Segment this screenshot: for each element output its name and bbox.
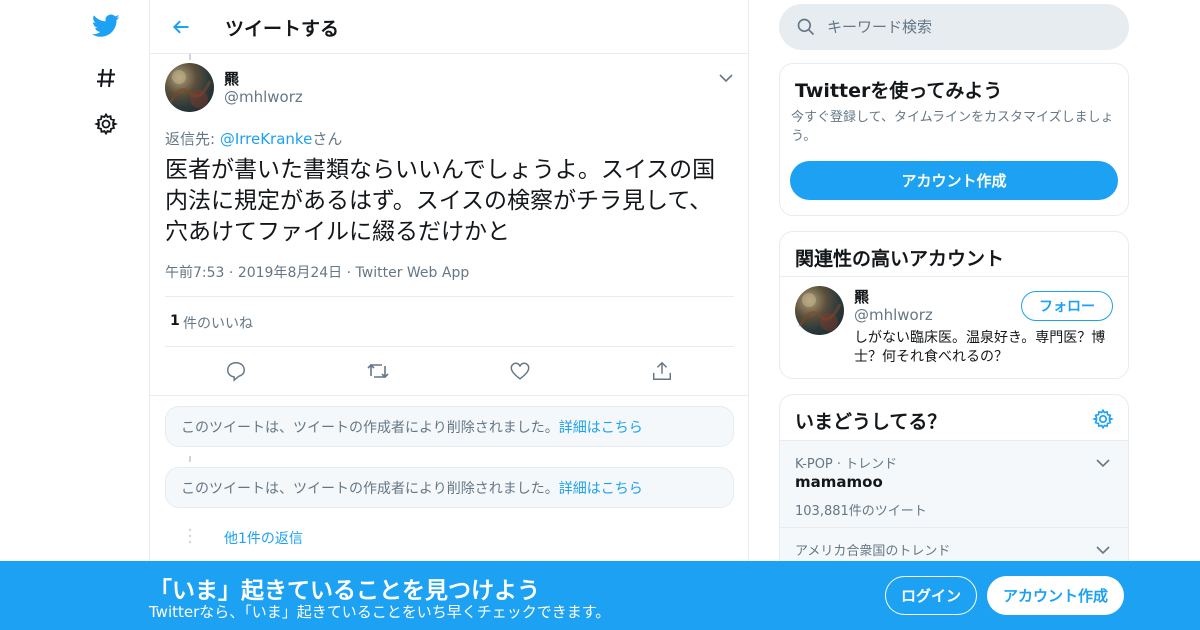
deleted-tweet-notice: このツイートは、ツイートの作成者により削除されました。詳細はこちら (165, 406, 734, 447)
twitter-logo-icon[interactable] (92, 12, 120, 40)
chevron-down-icon[interactable] (716, 68, 736, 88)
divider (150, 395, 749, 396)
signup-card-title: Twitterを使ってみよう (795, 80, 1003, 102)
create-account-button[interactable]: アカウント作成 (987, 576, 1124, 615)
author-name[interactable]: 羆 (224, 68, 239, 89)
deleted-text: このツイートは、ツイートの作成者により削除されました。 (181, 481, 559, 497)
more-dots-icon (188, 528, 194, 544)
meta-sep: · (228, 265, 234, 281)
related-card-title: 関連性の高いアカウント (795, 248, 1005, 270)
trend-category: アメリカ合衆国のトレンド (795, 544, 951, 559)
trend-name: mamamoo (795, 473, 883, 491)
share-icon[interactable] (649, 358, 675, 384)
related-account-name[interactable]: 羆 (854, 286, 869, 307)
deleted-tweet-notice: このツイートは、ツイートの作成者により削除されました。詳細はこちら (165, 467, 734, 508)
trend-count: 103,881件のツイート (795, 504, 927, 519)
author-handle[interactable]: @mhlworz (224, 88, 303, 106)
gear-icon[interactable] (92, 110, 120, 138)
signup-card: Twitterを使ってみよう 今すぐ登録して、タイムラインをカスタマイズしましょ… (779, 63, 1129, 216)
related-account-bio: しがない臨床医。温泉好き。専門医？博士？何それ食べれるの？ (854, 330, 1106, 365)
tweet-time[interactable]: 午前7:53 (165, 265, 224, 281)
trends-card: いまどうしてる？ K-POP · トレンド mamamoo 103,881件のツ… (779, 394, 1129, 574)
related-account-handle[interactable]: @mhlworz (854, 306, 933, 324)
search-input[interactable] (827, 4, 1117, 50)
reply-suffix: さん (312, 130, 343, 148)
likes-row[interactable]: 1 件のいいね (165, 296, 734, 347)
tweet-date[interactable]: 2019年8月24日 (238, 265, 342, 281)
main-column: ツイートする 羆 @mhlworz 返信先: @IrreKrankeさん 医者が… (149, 0, 749, 630)
reply-prefix: 返信先: (165, 130, 220, 148)
likes-label: 件のいいね (183, 316, 253, 332)
chevron-down-icon[interactable] (1096, 540, 1114, 558)
reply-to-link[interactable]: @IrreKranke (220, 130, 312, 148)
learn-more-link[interactable]: 詳細はこちら (559, 481, 643, 497)
follow-button[interactable]: フォロー (1021, 291, 1113, 321)
tweet-source[interactable]: Twitter Web App (356, 265, 470, 281)
thread-connector (189, 456, 191, 462)
tweet-text: 医者が書いた書類ならいいんでしょうよ。スイスの国内法に規定があるはず。スイスの検… (165, 157, 716, 245)
learn-more-link[interactable]: 詳細はこちら (559, 420, 643, 436)
page: ツイートする 羆 @mhlworz 返信先: @IrreKrankeさん 医者が… (0, 0, 1200, 630)
retweet-icon[interactable] (365, 358, 391, 384)
deleted-text: このツイートは、ツイートの作成者により削除されました。 (181, 420, 559, 436)
avatar[interactable] (795, 286, 844, 335)
signup-banner: 「いま」起きていることを見つけよう Twitterなら、「いま」起きていることを… (0, 561, 1200, 630)
thread-connector (189, 54, 191, 60)
trends-card-title: いまどうしてる？ (795, 411, 947, 433)
search-icon (796, 17, 816, 41)
more-replies-link[interactable]: 他1件の返信 (224, 528, 303, 548)
banner-title: 「いま」起きていることを見つけよう (149, 578, 540, 604)
page-title: ツイートする (225, 18, 340, 40)
reply-icon[interactable] (223, 358, 249, 384)
create-account-button[interactable]: アカウント作成 (790, 161, 1118, 200)
login-button[interactable]: ログイン (885, 576, 977, 615)
trend-category: K-POP · トレンド (795, 457, 898, 472)
meta-sep: · (346, 265, 352, 281)
heart-icon[interactable] (507, 358, 533, 384)
signup-card-subtitle: 今すぐ登録して、タイムラインをカスタマイズしましょう。 (791, 110, 1114, 144)
hashtag-icon[interactable] (92, 64, 120, 92)
trend-item[interactable]: K-POP · トレンド mamamoo 103,881件のツイート (780, 441, 1128, 527)
likes-count: 1 (170, 313, 180, 329)
banner-subtitle: Twitterなら、「いま」起きていることをいち早くチェックできます。 (149, 603, 611, 621)
avatar[interactable] (165, 63, 214, 112)
related-accounts-card: 関連性の高いアカウント 羆 @mhlworz フォロー しがない臨床医。温泉好き… (779, 231, 1129, 379)
tweet-meta: 午前7:53 · 2019年8月24日 · Twitter Web App (165, 262, 469, 282)
divider (780, 276, 1128, 277)
back-arrow-icon[interactable] (166, 12, 196, 42)
gear-icon[interactable] (1092, 408, 1114, 430)
chevron-down-icon[interactable] (1096, 453, 1114, 471)
reply-context: 返信先: @IrreKrankeさん (165, 128, 342, 149)
search-bar[interactable] (779, 4, 1129, 50)
left-nav (80, 0, 130, 630)
main-header: ツイートする (150, 0, 749, 54)
